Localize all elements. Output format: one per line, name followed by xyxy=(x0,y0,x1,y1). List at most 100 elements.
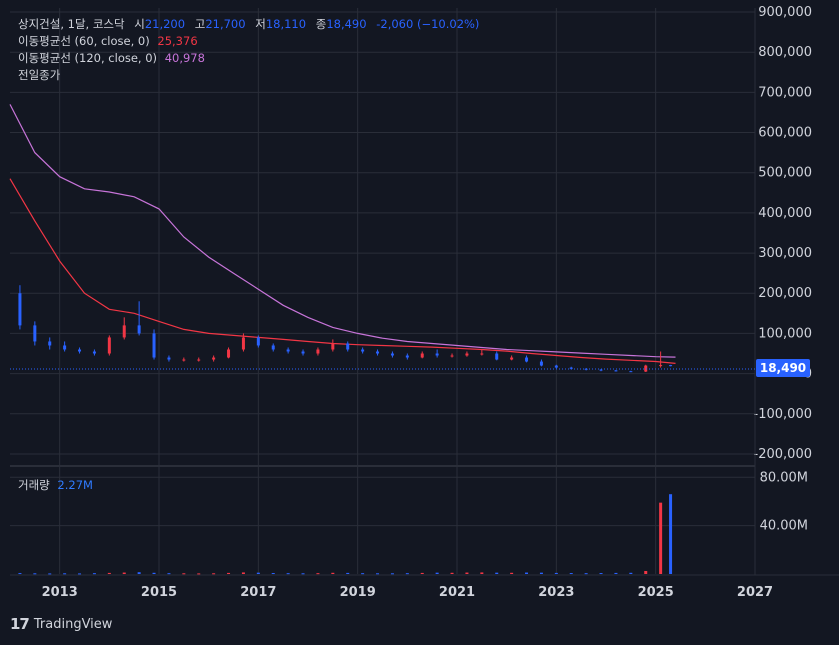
volume-bar xyxy=(152,572,156,574)
candle-body xyxy=(33,325,37,342)
candle-body xyxy=(286,349,290,352)
close-label: 종 xyxy=(315,17,327,31)
tradingview-footer[interactable]: 17 TradingView xyxy=(10,612,112,636)
volume-bar xyxy=(197,573,201,575)
volume-bar xyxy=(256,572,260,574)
volume-bar xyxy=(361,573,365,575)
volume-bar xyxy=(465,572,469,574)
volume-bar xyxy=(33,573,37,575)
volume-legend[interactable]: 거래량 2.27M xyxy=(18,477,93,493)
volume-bar xyxy=(614,572,618,574)
price-chart[interactable]: 900,000 800,000 700,000 600,000 500,000 400,0… xyxy=(0,0,839,641)
candle-body xyxy=(122,325,126,338)
high-label: 고 xyxy=(194,17,206,31)
change-value: -2,060 (−10.02%) xyxy=(376,17,480,31)
price-tick-label: 700,000 xyxy=(758,85,812,100)
low-label: 저 xyxy=(255,17,266,31)
candle-body xyxy=(376,351,380,354)
price-tick-label: 800,000 xyxy=(758,45,812,60)
candle-body xyxy=(256,337,260,346)
volume-bar xyxy=(331,572,335,574)
price-tick-label: -100,000 xyxy=(754,407,812,422)
candle-body xyxy=(361,349,365,352)
time-tick-label: 2017 xyxy=(240,585,276,600)
candle-body xyxy=(480,353,484,355)
candle-body xyxy=(669,365,673,367)
volume-bar xyxy=(137,572,141,574)
candle-body xyxy=(152,333,156,358)
low-value: 18,110 xyxy=(265,17,307,31)
price-tick-label: 300,000 xyxy=(758,246,812,261)
candle-body xyxy=(331,343,335,350)
ma120-value: 40,978 xyxy=(164,51,205,65)
time-tick-label: 2021 xyxy=(439,585,475,600)
candle-body xyxy=(48,341,52,346)
price-tick-label: 100,000 xyxy=(758,326,812,341)
candle-body xyxy=(212,357,216,360)
tradingview-logo-icon: 17 xyxy=(10,615,30,633)
volume-bar xyxy=(420,572,424,574)
volume-label: 거래량 xyxy=(18,478,50,492)
candle-body xyxy=(659,365,663,367)
volume-bar xyxy=(92,573,96,575)
price-tick-label: 600,000 xyxy=(758,126,812,141)
candle-body xyxy=(465,353,469,356)
volume-bar xyxy=(510,572,514,574)
volume-bar xyxy=(480,572,484,574)
volume-bar xyxy=(525,572,529,574)
volume-bar xyxy=(107,572,111,574)
last-price-tag: 18,490 xyxy=(756,359,810,377)
prev-close-label: 전일종가 xyxy=(18,68,61,82)
time-tick-label: 2025 xyxy=(638,585,674,600)
candle-body xyxy=(18,293,22,326)
volume-bar xyxy=(48,573,52,575)
volume-bar xyxy=(346,572,350,574)
candle-body xyxy=(167,357,171,360)
time-tick-label: 2023 xyxy=(538,585,574,600)
candle-body xyxy=(78,349,82,352)
candle-body xyxy=(137,325,141,334)
open-value: 21,200 xyxy=(144,17,186,31)
candle-body xyxy=(510,357,514,360)
candle-body xyxy=(614,370,618,372)
volume-tick-label: 80.00M xyxy=(760,470,808,485)
candle-body xyxy=(107,337,111,354)
ma120-label: 이동평균선 (120, close, 0) xyxy=(18,51,158,65)
candle-body xyxy=(92,351,96,354)
volume-bar xyxy=(669,494,673,574)
volume-bar xyxy=(495,572,499,574)
volume-bar xyxy=(78,573,82,575)
candle-body xyxy=(420,353,424,358)
volume-bar xyxy=(435,572,439,574)
volume-bar xyxy=(450,572,454,574)
candle-body xyxy=(271,345,275,350)
volume-bar xyxy=(167,573,171,575)
candle-body xyxy=(495,353,499,360)
time-tick-label: 2015 xyxy=(141,585,177,600)
candle-body xyxy=(554,365,558,368)
volume-bar xyxy=(286,573,290,575)
volume-bar xyxy=(63,573,67,575)
prev-close-legend-row[interactable]: 전일종가 xyxy=(18,67,479,84)
price-tick-label: 900,000 xyxy=(758,5,812,20)
time-tick-label: 2013 xyxy=(42,585,78,600)
chart-root[interactable]: 900,000 800,000 700,000 600,000 500,000 400,0… xyxy=(0,0,839,641)
volume-bar xyxy=(182,573,186,575)
ma120-legend-row[interactable]: 이동평균선 (120, close, 0) 40,978 xyxy=(18,50,479,67)
close-value: 18,490 xyxy=(326,17,367,31)
ma60-legend-row[interactable]: 이동평균선 (60, close, 0) 25,376 xyxy=(18,33,479,50)
symbol-row[interactable]: 상지건설, 1달, 코스닥 시21,200 고21,700 저18,110 종1… xyxy=(18,16,479,33)
price-tick-label: -200,000 xyxy=(754,447,812,462)
tradingview-logo-text: TradingView xyxy=(33,616,113,632)
volume-bar xyxy=(405,573,409,575)
volume-bar xyxy=(539,572,543,574)
volume-bar xyxy=(569,573,573,575)
candle-body xyxy=(182,359,186,361)
candle-body xyxy=(63,345,67,350)
main-legend[interactable]: 상지건설, 1달, 코스닥 시21,200 고21,700 저18,110 종1… xyxy=(18,16,479,84)
chart-background xyxy=(0,0,839,641)
candle-body xyxy=(197,359,201,361)
volume-bar xyxy=(644,570,648,574)
candle-body xyxy=(405,355,409,358)
volume-bar xyxy=(227,572,231,574)
